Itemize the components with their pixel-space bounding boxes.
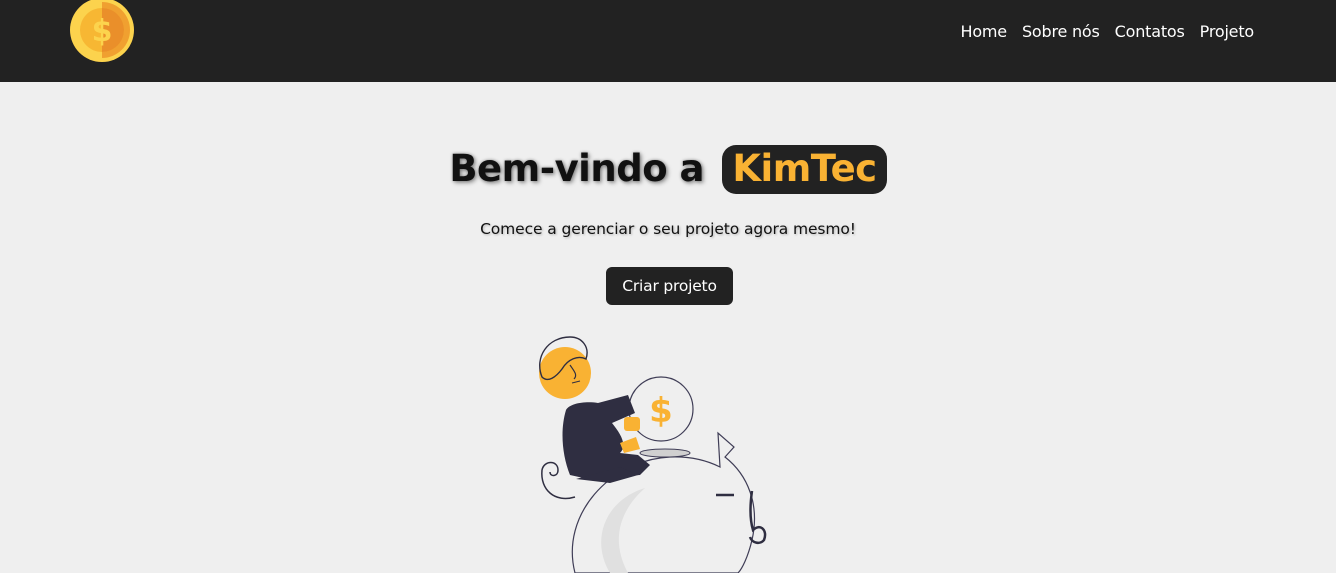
piggy-bank-illustration: $ <box>539 336 767 573</box>
hero-title-prefix: Bem-vindo a <box>449 147 704 190</box>
nav-link-home[interactable]: Home <box>960 19 1007 45</box>
svg-text:$: $ <box>649 391 673 431</box>
nav-link-contatos[interactable]: Contatos <box>1115 19 1185 45</box>
nav-links: Home Sobre nós Contatos Projeto <box>960 19 1254 45</box>
create-project-button[interactable]: Criar projeto <box>606 267 733 305</box>
nav-link-projeto[interactable]: Projeto <box>1200 19 1255 45</box>
brand-name-badge: KimTec <box>722 145 887 194</box>
dollar-coin-icon[interactable]: $ <box>70 0 134 62</box>
hero-title: Bem-vindo a KimTec <box>0 145 1336 194</box>
hero-subtitle: Comece a gerenciar o seu projeto agora m… <box>480 220 856 238</box>
svg-text:$: $ <box>92 14 113 49</box>
navbar: $ Home Sobre nós Contatos Projeto <box>0 0 1336 82</box>
nav-link-sobre-nos[interactable]: Sobre nós <box>1022 19 1100 45</box>
